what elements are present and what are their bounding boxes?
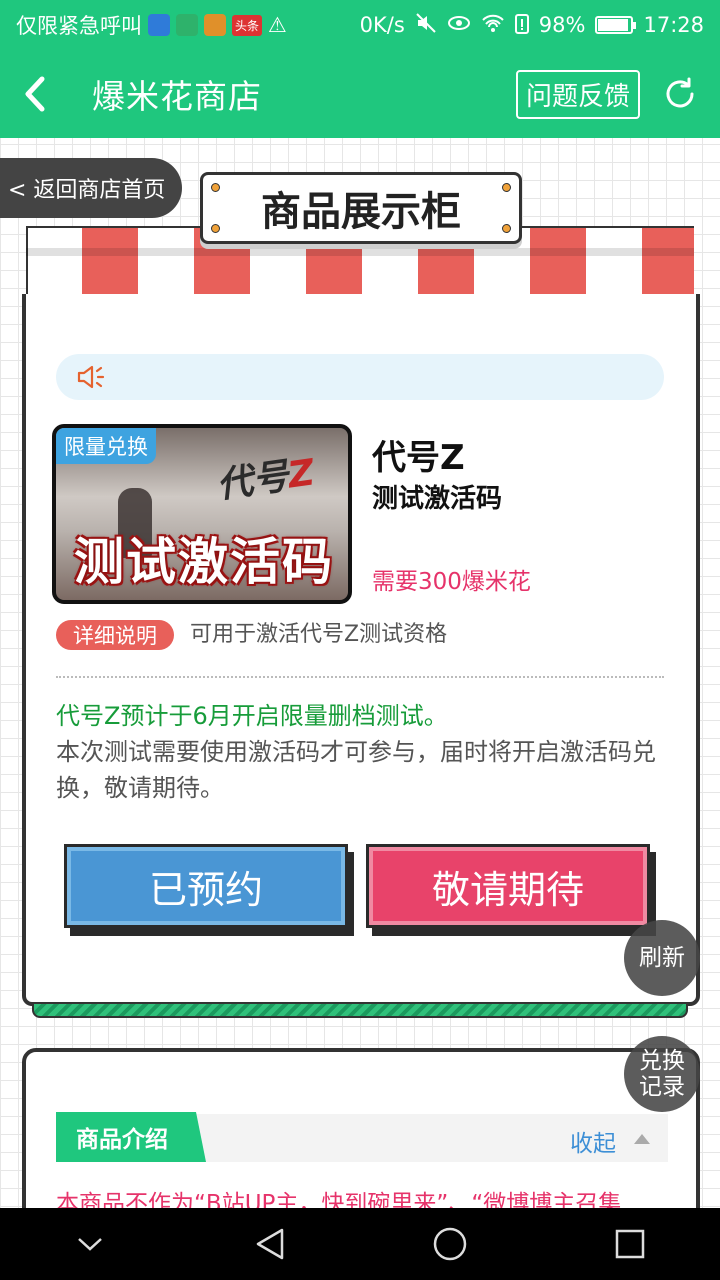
intro-tab: 商品介绍 <box>56 1112 206 1162</box>
nav-back-button[interactable] <box>230 1208 310 1280</box>
sign-title: 商品展示柜 <box>261 189 461 235</box>
chevron-down-icon <box>78 1238 102 1251</box>
baidu-paw-icon <box>148 14 170 36</box>
nav-hide-button[interactable] <box>50 1208 130 1280</box>
chevron-left-icon <box>25 76 45 112</box>
limited-badge: 限量兑换 <box>56 428 156 464</box>
game-logo-z: Z <box>285 452 317 497</box>
caret-up-icon[interactable] <box>634 1134 650 1144</box>
circle-home-icon <box>433 1227 467 1261</box>
image-caption: 测试激活码 <box>74 533 334 591</box>
coming-soon-button[interactable]: 敬请期待 <box>366 844 650 928</box>
description-body: 本次测试需要使用激活码才可参与，届时将开启激活码兑换，敬请期待。 <box>56 738 656 802</box>
sign-rivet <box>211 183 220 192</box>
product-name: 代号Z <box>372 438 465 478</box>
video-app-icon <box>176 14 198 36</box>
triangle-back-icon <box>256 1228 284 1260</box>
sign-rivet <box>211 224 220 233</box>
refresh-float-button[interactable]: 刷新 <box>624 920 700 996</box>
product-description: 代号Z预计于6月开启限量删档测试。 本次测试需要使用激活码才可参与，届时将开启激… <box>56 698 666 806</box>
product-subtitle: 测试激活码 <box>372 484 503 514</box>
nav-home-button[interactable] <box>410 1208 490 1280</box>
notice-bar <box>56 354 664 400</box>
collapse-link[interactable]: 收起 <box>570 1124 616 1158</box>
product-price: 需要300爆米花 <box>372 569 531 595</box>
eye-icon <box>447 13 471 37</box>
megaphone-icon <box>77 365 105 389</box>
warning-icon: ⚠ <box>268 13 287 37</box>
card-stripe <box>32 1004 688 1018</box>
toutiao-icon: 头条 <box>232 14 263 36</box>
status-bar: 仅限紧急呼叫 头条 ⚠ 0K/s 98% 17:28 <box>0 0 720 50</box>
description-highlight: 代号Z预计于6月开启限量删档测试。 <box>56 702 448 730</box>
divider <box>56 676 664 678</box>
back-to-store-home-button[interactable]: < 返回商店首页 <box>0 158 182 218</box>
exchange-records-float-button[interactable]: 兑换 记录 <box>624 1036 700 1112</box>
battery-percent: 98% <box>538 13 586 37</box>
reserved-button[interactable]: 已预约 <box>64 844 348 928</box>
detail-tag: 详细说明 <box>56 620 174 650</box>
battery-alert-icon <box>514 12 529 39</box>
play-app-icon <box>204 14 226 36</box>
product-image[interactable]: 代号Z 测试激活码 限量兑换 <box>52 424 352 604</box>
system-nav-bar <box>0 1208 720 1280</box>
game-logo: 代号Z <box>213 443 317 508</box>
carrier-text: 仅限紧急呼叫 <box>16 14 142 38</box>
reload-button[interactable] <box>640 76 720 112</box>
game-logo-text: 代号 <box>214 455 292 507</box>
battery-icon <box>595 16 637 34</box>
nav-recents-button[interactable] <box>590 1208 670 1280</box>
clock: 17:28 <box>643 13 704 37</box>
mute-icon <box>415 12 437 39</box>
network-speed: 0K/s <box>359 13 405 37</box>
page-title: 爆米花商店 <box>92 77 262 116</box>
back-button[interactable] <box>0 50 70 138</box>
showcase-sign: 商品展示柜 <box>200 172 522 244</box>
wifi-icon <box>481 13 505 38</box>
sign-rivet <box>502 224 511 233</box>
detail-text: 可用于激活代号Z测试资格 <box>190 622 448 647</box>
square-recents-icon <box>615 1229 645 1259</box>
sign-rivet <box>502 183 511 192</box>
reload-icon <box>666 77 694 108</box>
app-bar: 爆米花商店 问题反馈 <box>0 50 720 138</box>
feedback-button[interactable]: 问题反馈 <box>515 69 640 119</box>
